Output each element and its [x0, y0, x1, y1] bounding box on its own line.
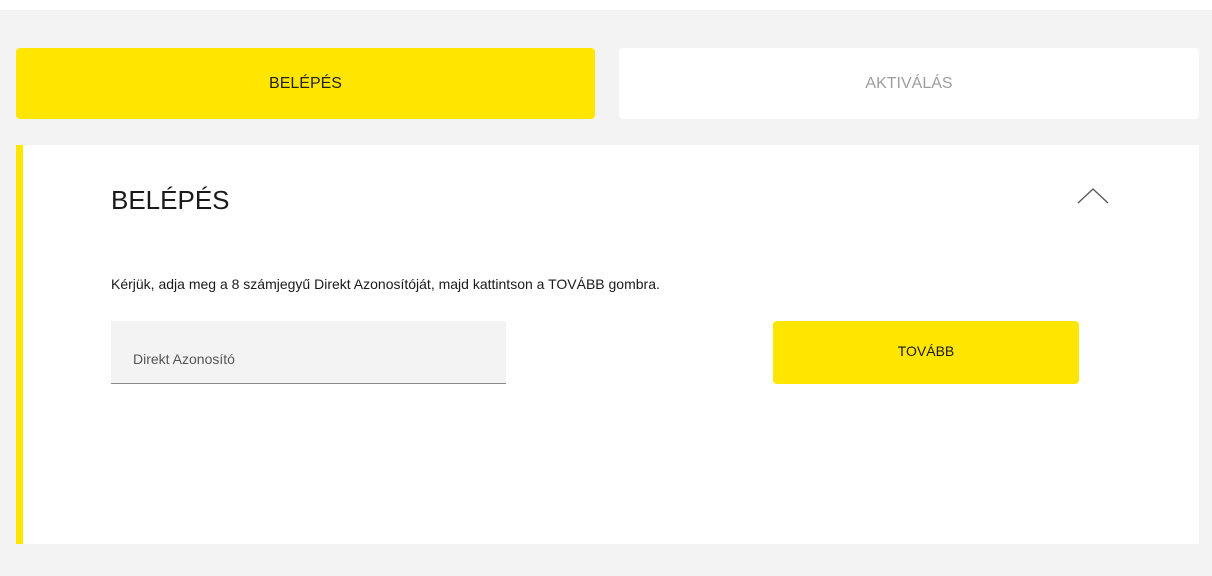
- direkt-id-field: [111, 321, 506, 384]
- collapse-button[interactable]: [1073, 181, 1113, 211]
- next-button[interactable]: TOVÁBB: [773, 321, 1079, 384]
- tab-login[interactable]: BELÉPÉS: [16, 48, 595, 119]
- chevron-up-icon: [1077, 188, 1109, 204]
- login-panel: BELÉPÉS Kérjük, adja meg a 8 számjegyű D…: [16, 145, 1199, 544]
- instruction-text: Kérjük, adja meg a 8 számjegyű Direkt Az…: [111, 276, 660, 292]
- direkt-id-input[interactable]: [111, 321, 506, 383]
- tab-activate-label: AKTIVÁLÁS: [865, 74, 953, 92]
- next-button-label: TOVÁBB: [897, 343, 955, 359]
- panel-title: BELÉPÉS: [111, 185, 230, 215]
- tab-login-label: BELÉPÉS: [269, 74, 342, 92]
- top-strip: [0, 0, 1212, 10]
- tab-activate[interactable]: AKTIVÁLÁS: [619, 48, 1199, 119]
